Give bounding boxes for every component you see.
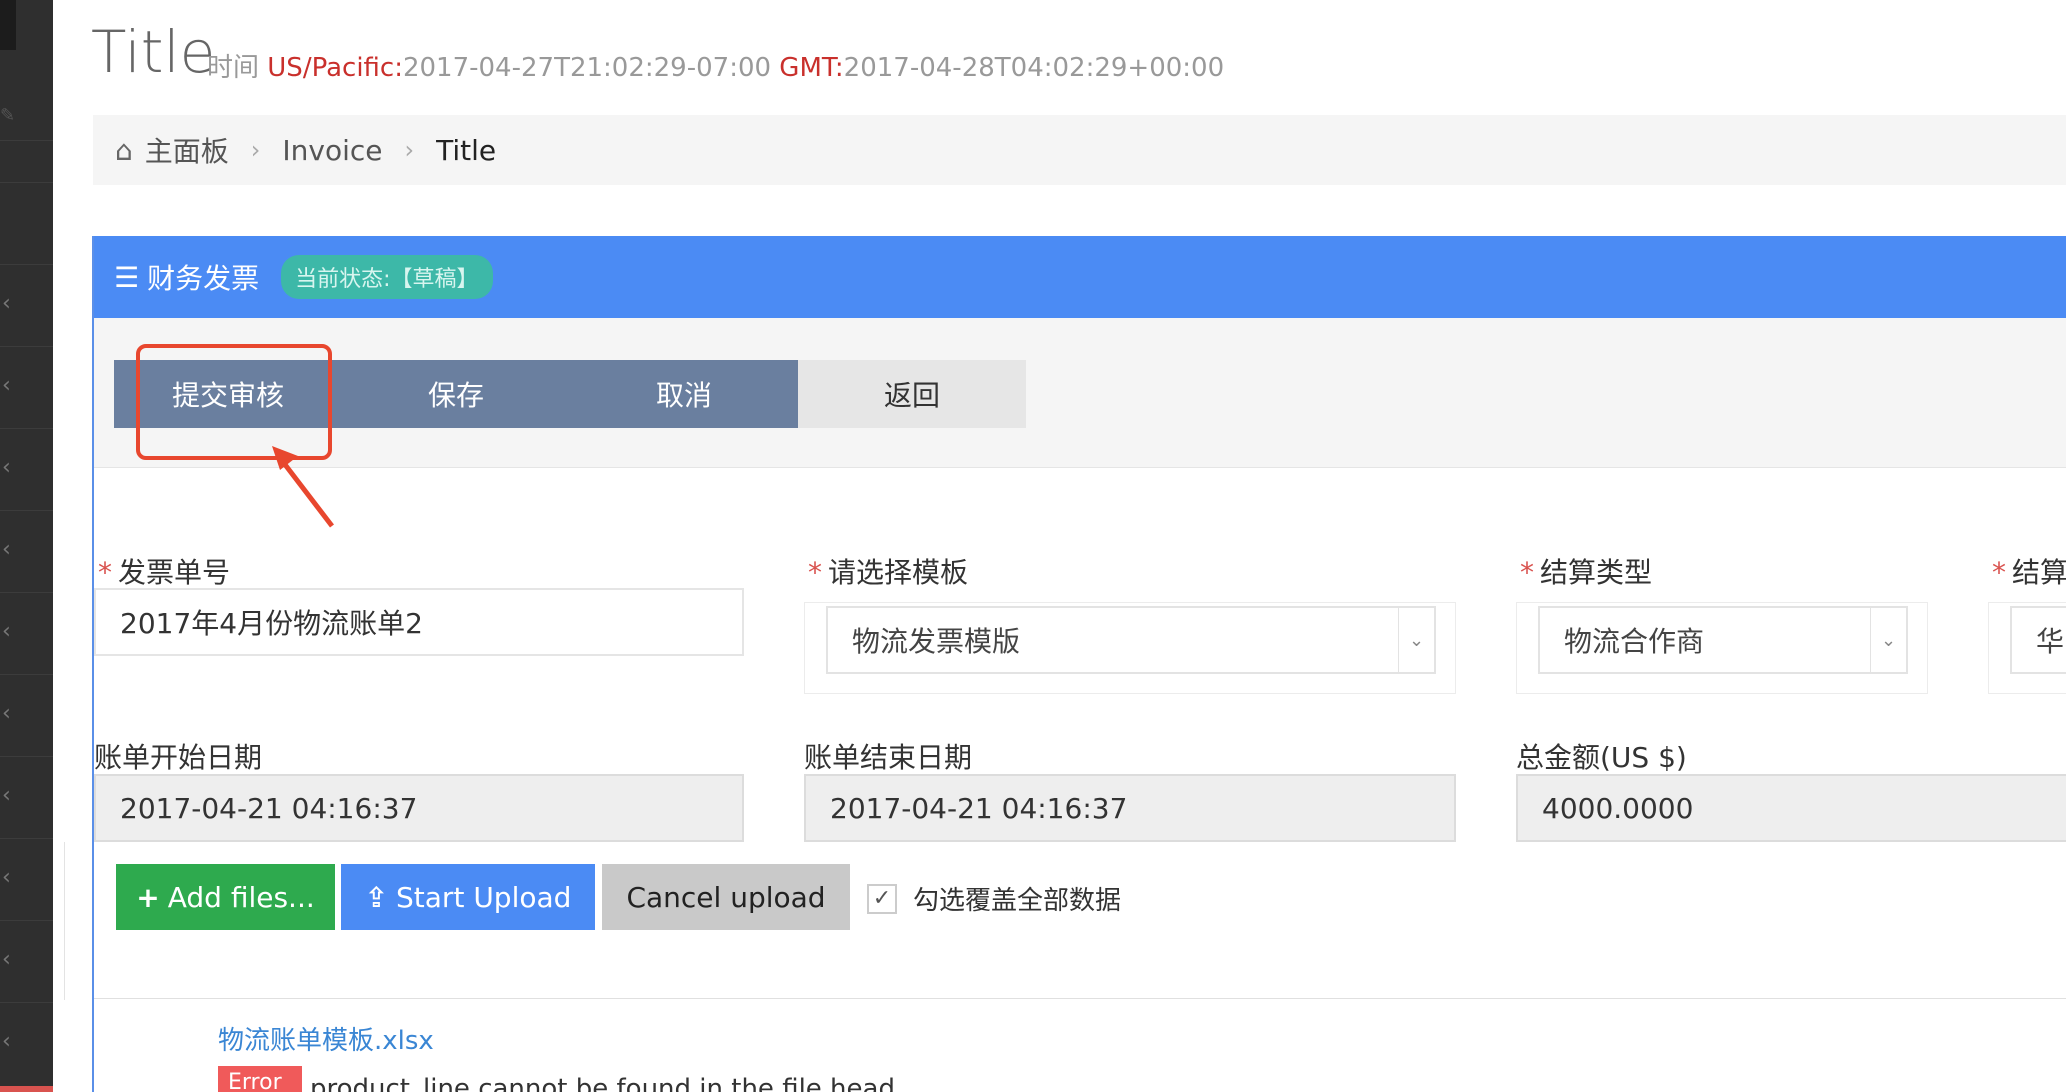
chevron-left-icon: ‹ <box>2 291 11 316</box>
error-badge: Error <box>218 1066 302 1092</box>
overwrite-option: ✓ 勾选覆盖全部数据 <box>867 880 1121 917</box>
chevron-left-icon: ‹ <box>2 373 11 398</box>
annotation-arrow-icon <box>272 446 334 528</box>
sidebar-item[interactable]: ‹ <box>0 428 53 510</box>
back-button[interactable]: 返回 <box>798 360 1026 428</box>
uploaded-file-link[interactable]: 物流账单模板.xlsx <box>218 1020 434 1057</box>
panel-title: 财务发票 <box>147 262 260 295</box>
time-label: 时间 <box>207 53 260 83</box>
settle-type-select[interactable]: 物流合作商 ⌄ <box>1538 606 1908 674</box>
settle-select[interactable]: 华 <box>2010 606 2066 674</box>
sidebar-item[interactable] <box>0 182 53 264</box>
chevron-left-icon: ‹ <box>2 701 11 726</box>
sidebar-item[interactable]: ‹ <box>0 510 53 592</box>
status-badge: 当前状态:【草稿】 <box>281 255 493 299</box>
cancel-upload-button[interactable]: Cancel upload <box>602 864 850 930</box>
template-select-value: 物流发票模版 <box>852 625 1021 658</box>
sidebar-item[interactable]: ‹ <box>0 264 53 346</box>
save-button[interactable]: 保存 <box>342 360 570 428</box>
left-sidebar: ✎ ‹ ‹ ‹ ‹ ‹ ‹ ‹ ‹ ‹ ‹ <box>0 0 53 1092</box>
pencil-icon[interactable]: ✎ <box>0 105 15 126</box>
tz2-value: 2017-04-28T04:02:29+00:00 <box>843 53 1225 83</box>
sidebar-bottom-accent <box>0 1086 53 1092</box>
total-amount-label: 总金额(US $) <box>1516 741 1687 774</box>
action-toolbar: 提交审核 保存 取消 返回 <box>94 318 2066 468</box>
sidebar-item[interactable]: ‹ <box>0 1002 53 1084</box>
menu-icon: ☰ <box>114 260 140 294</box>
chevron-left-icon: ‹ <box>2 783 11 808</box>
sidebar-item[interactable]: ‹ <box>0 346 53 428</box>
home-icon[interactable]: ⌂ <box>115 134 133 167</box>
chevron-left-icon: ‹ <box>2 619 11 644</box>
panel-header: ☰ 财务发票 当前状态:【草稿】 <box>94 236 2066 318</box>
start-upload-label: Start Upload <box>396 880 572 914</box>
chevron-left-icon: ‹ <box>2 537 11 562</box>
breadcrumb-home[interactable]: 主面板 <box>145 130 229 170</box>
upload-icon: ⇪ <box>364 880 389 914</box>
start-date-field: 2017-04-21 04:16:37 <box>94 774 744 842</box>
sidebar-item[interactable]: ‹ <box>0 592 53 674</box>
overwrite-checkbox[interactable]: ✓ <box>867 883 897 914</box>
error-message: product_line cannot be found in the file… <box>310 1074 895 1092</box>
invoice-no-input[interactable]: 2017年4月份物流账单2 <box>94 588 744 656</box>
sidebar-item[interactable]: ‹ <box>0 756 53 838</box>
sidebar-top <box>0 0 16 50</box>
chevron-left-icon: ‹ <box>2 865 11 890</box>
page: ✎ ‹ ‹ ‹ ‹ ‹ ‹ ‹ ‹ ‹ ‹ Title 时间 US/Pacifi… <box>0 0 2066 1092</box>
total-amount-field: 4000.0000 <box>1516 774 2066 842</box>
plus-icon: + <box>136 880 160 914</box>
chevron-left-icon: ‹ <box>2 1029 11 1054</box>
page-time-info: 时间 US/Pacific:2017-04-27T21:02:29-07:00 … <box>207 47 1224 84</box>
tz1-label: US/Pacific: <box>267 53 403 83</box>
end-date-field: 2017-04-21 04:16:37 <box>804 774 1456 842</box>
add-files-button[interactable]: + Add files... <box>116 864 335 930</box>
invoice-no-label: * 发票单号 <box>98 556 231 589</box>
breadcrumb-separator-icon: › <box>250 136 261 164</box>
start-date-label: 账单开始日期 <box>94 741 263 774</box>
chevron-left-icon: ‹ <box>2 947 11 972</box>
settle-type-label: * 结算类型 <box>1520 556 1653 589</box>
breadcrumb-current: Title <box>436 133 497 167</box>
overwrite-label: 勾选覆盖全部数据 <box>913 886 1122 916</box>
template-label: * 请选择模板 <box>808 556 969 589</box>
settle-label: * 结算 <box>1992 556 2066 589</box>
breadcrumb-invoice[interactable]: Invoice <box>282 134 382 167</box>
divider <box>64 842 65 1000</box>
start-upload-button[interactable]: ⇪ Start Upload <box>341 864 595 930</box>
breadcrumb: ⌂ 主面板 › Invoice › Title <box>93 115 2066 185</box>
end-date-label: 账单结束日期 <box>804 741 973 774</box>
tz2-label: GMT: <box>779 53 844 83</box>
breadcrumb-separator-icon: › <box>404 136 415 164</box>
chevron-down-icon: ⌄ <box>1870 608 1906 672</box>
page-title: Title <box>91 18 216 86</box>
sidebar-item[interactable]: ‹ <box>0 838 53 920</box>
tz1-value: 2017-04-27T21:02:29-07:00 <box>402 53 772 83</box>
chevron-down-icon: ⌄ <box>1398 608 1434 672</box>
sidebar-item[interactable]: ‹ <box>0 920 53 1002</box>
template-select[interactable]: 物流发票模版 ⌄ <box>826 606 1436 674</box>
cancel-button[interactable]: 取消 <box>570 360 798 428</box>
highlight-annotation <box>136 344 332 460</box>
add-files-label: Add files... <box>167 880 315 914</box>
chevron-left-icon: ‹ <box>2 455 11 480</box>
sidebar-item[interactable]: ‹ <box>0 674 53 756</box>
settle-type-select-value: 物流合作商 <box>1564 625 1705 658</box>
settle-select-value: 华 <box>2036 625 2065 658</box>
